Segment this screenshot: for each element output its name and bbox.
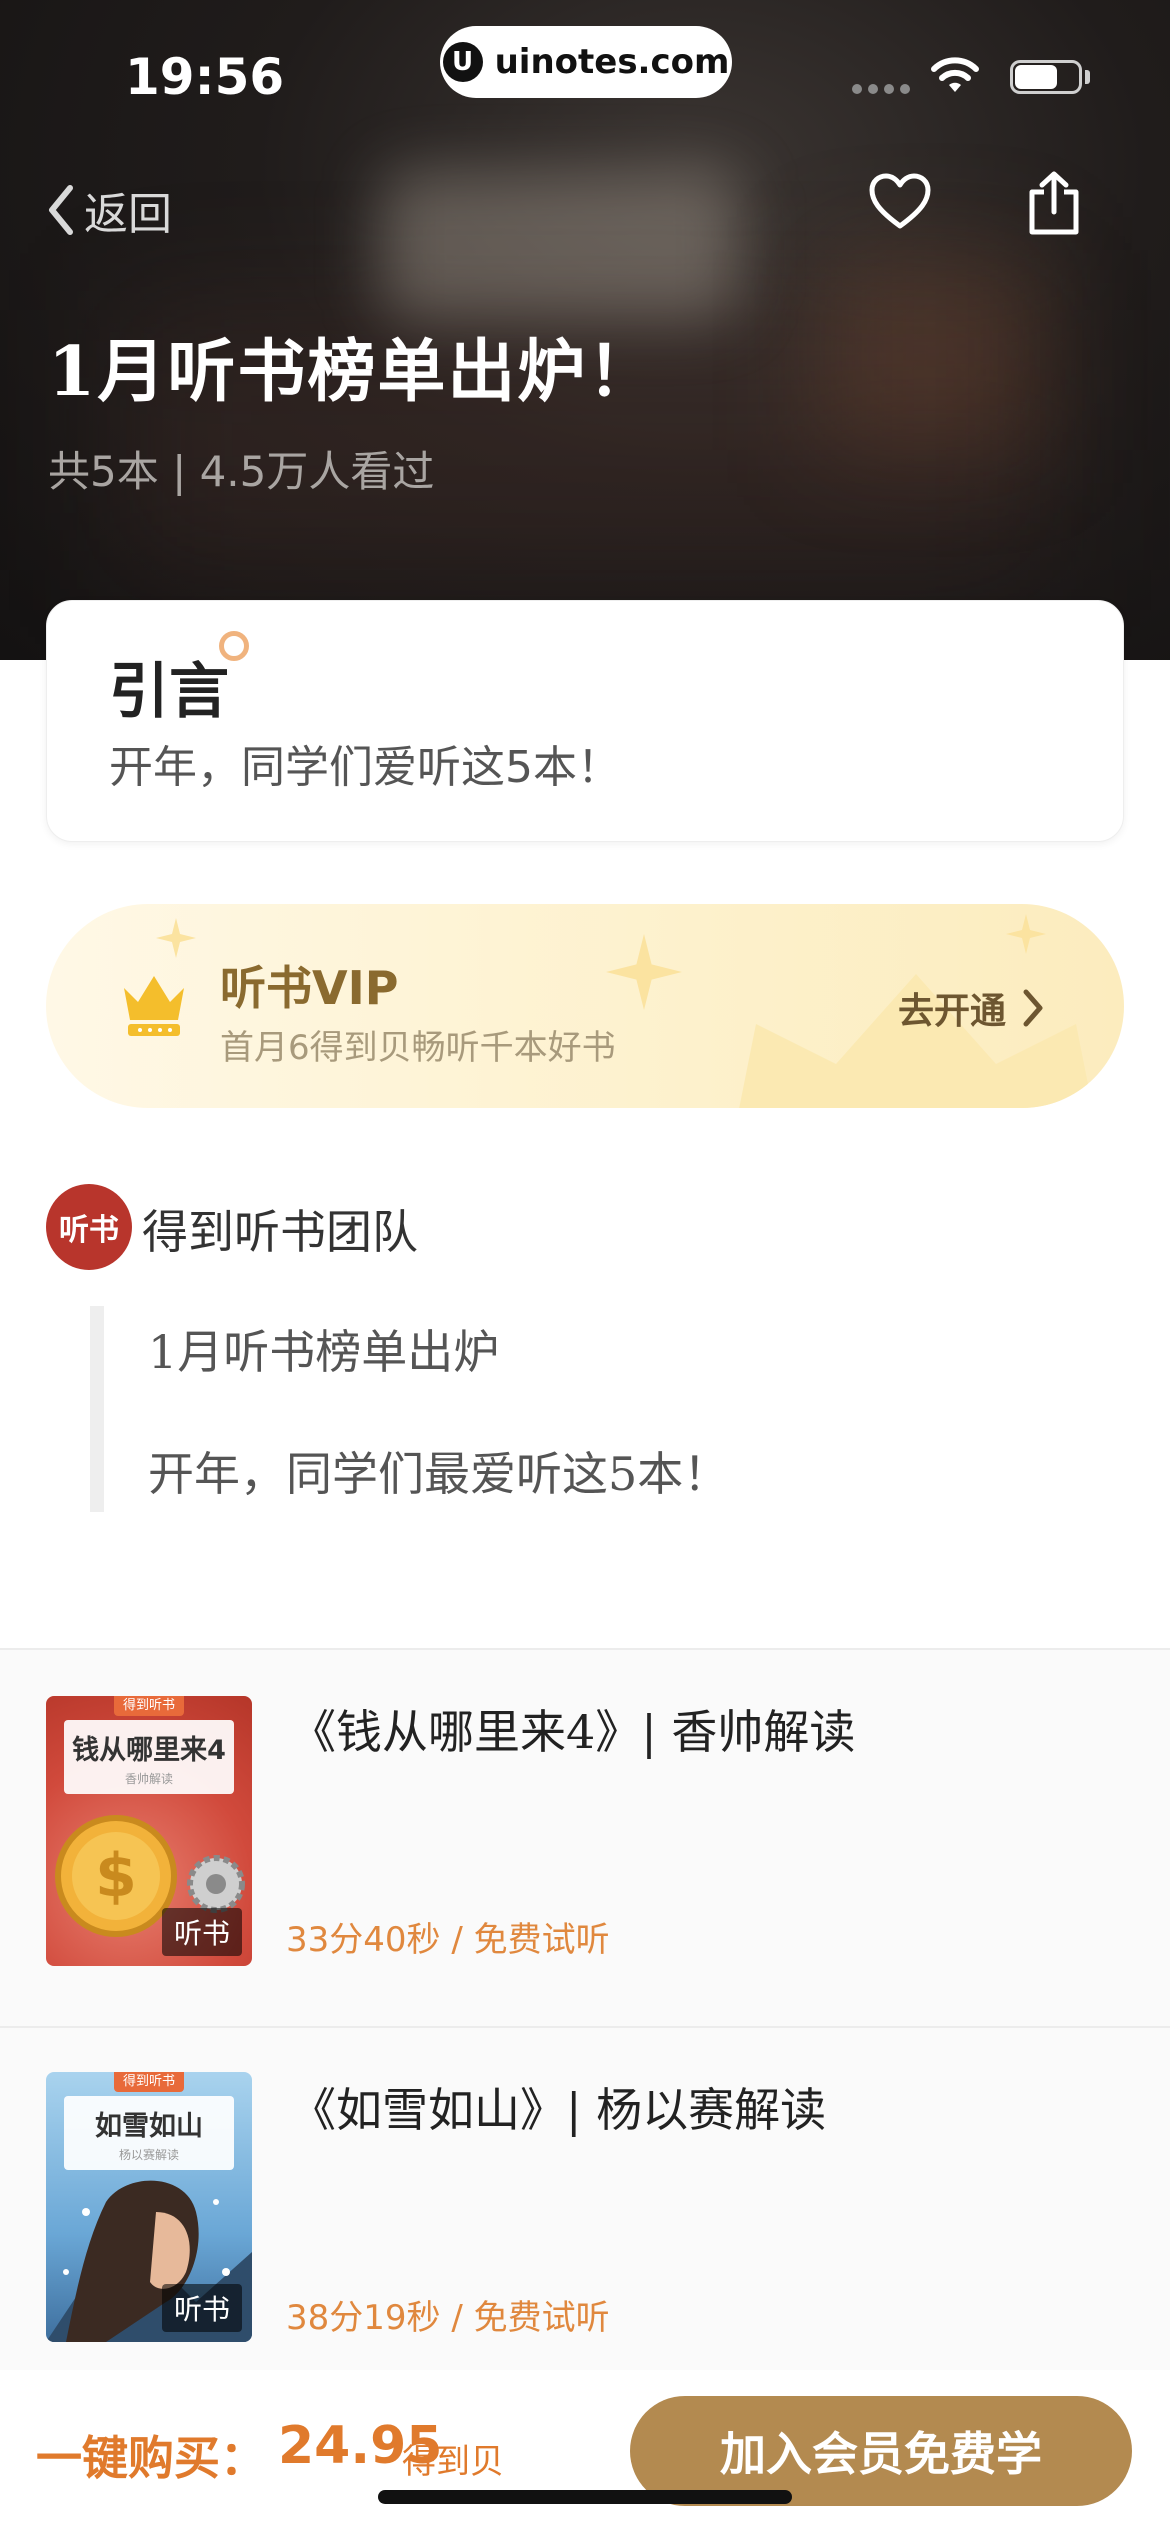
- quote-line-1: 1月听书榜单出炉: [148, 1325, 500, 1379]
- intro-card: 引言 开年，同学们爱听这5本！: [46, 600, 1124, 842]
- svg-text:$: $: [95, 1841, 137, 1911]
- page-title: 1月听书榜单出炉！: [48, 332, 658, 412]
- cover-audio-tag: 听书: [161, 1908, 242, 1956]
- book-cover: 得到听书 如雪如山 杨以赛解读 听书: [46, 2072, 252, 2342]
- intro-text: 开年，同学们爱听这5本！: [109, 742, 621, 793]
- buy-label: 一键购买：: [36, 2431, 266, 2485]
- book-cover: 得到听书 钱从哪里来4 香帅解读 $ 听书: [46, 1696, 252, 1966]
- intro-decoration-icon: [219, 631, 249, 661]
- sparkle-icon: [156, 918, 196, 958]
- cover-audio-tag: 听书: [161, 2284, 242, 2332]
- url-pill: U uinotes.com: [440, 26, 732, 98]
- vip-title: 听书VIP: [220, 961, 399, 1015]
- vip-subtitle: 首月6得到贝畅听千本好书: [220, 1028, 616, 1068]
- url-text: uinotes.com: [494, 42, 730, 82]
- hero-banner: 19:56 U uinotes.com 返回 1月听书榜单出炉！ 共5本 | 4…: [0, 0, 1170, 660]
- book-title: 《如雪如山》| 杨以赛解读: [290, 2083, 827, 2137]
- cover-title: 钱从哪里来4: [72, 1735, 226, 1766]
- chevron-right-icon: [1023, 989, 1043, 1027]
- chevron-left-icon: [49, 185, 73, 235]
- sparkle-icon: [1006, 914, 1046, 954]
- intro-title: 引言: [109, 657, 229, 727]
- sparkle-icon: [606, 934, 682, 1010]
- hero-background-light: [820, 250, 1040, 450]
- wifi-icon: [931, 57, 979, 92]
- buy-price-unit: 得到贝: [402, 2442, 504, 2482]
- cover-card: 如雪如山 杨以赛解读: [64, 2096, 234, 2170]
- cover-subtitle: 香帅解读: [124, 1772, 173, 1786]
- author-avatar[interactable]: 听书: [46, 1184, 132, 1270]
- book-item[interactable]: 得到听书 如雪如山 杨以赛解读 听书 《如雪如山》| 杨以赛解读 38分19秒 …: [0, 2028, 1170, 2404]
- vip-activate-label: 去开通: [898, 991, 1007, 1032]
- share-icon[interactable]: [1026, 170, 1082, 236]
- book-meta: 38分19秒 / 免费试听: [286, 2298, 610, 2338]
- quote-line-2: 开年，同学们最爱听这5本！: [148, 1447, 730, 1501]
- vip-activate-button[interactable]: 去开通: [898, 982, 1044, 1034]
- book-title: 《钱从哪里来4》| 香帅解读: [290, 1705, 856, 1759]
- page-subtitle: 共5本 | 4.5万人看过: [48, 447, 435, 496]
- uinotes-logo-icon: U: [442, 42, 483, 82]
- crown-icon: [124, 976, 184, 1036]
- cover-title: 如雪如山: [95, 2111, 203, 2142]
- cellular-signal-icon: [852, 84, 910, 94]
- cover-card: 钱从哪里来4 香帅解读: [64, 1720, 234, 1794]
- cover-subtitle: 杨以赛解读: [118, 2148, 179, 2162]
- favorite-heart-icon[interactable]: [868, 172, 932, 232]
- cover-badge: 得到听书: [114, 1696, 184, 1716]
- cover-badge: 得到听书: [114, 2072, 184, 2092]
- author-name[interactable]: 得到听书团队: [142, 1196, 418, 1262]
- book-item[interactable]: 得到听书 钱从哪里来4 香帅解读 $ 听书 《钱从哪里来4》| 香帅解读 33分…: [0, 1650, 1170, 2026]
- battery-tip: [1085, 70, 1090, 84]
- book-meta: 33分40秒 / 免费试听: [286, 1920, 610, 1960]
- back-label: 返回: [84, 189, 172, 240]
- vip-banner[interactable]: 听书VIP 首月6得到贝畅听千本好书 去开通: [46, 904, 1124, 1108]
- quote-bar: [90, 1306, 104, 1512]
- home-indicator[interactable]: [378, 2490, 792, 2504]
- status-time: 19:56: [125, 48, 285, 106]
- hero-background-book: [380, 170, 740, 320]
- bottom-purchase-bar: 一键购买： 24.95 得到贝 加入会员免费学: [0, 2370, 1170, 2532]
- back-button[interactable]: 返回: [46, 178, 172, 242]
- battery-level: [1015, 65, 1057, 89]
